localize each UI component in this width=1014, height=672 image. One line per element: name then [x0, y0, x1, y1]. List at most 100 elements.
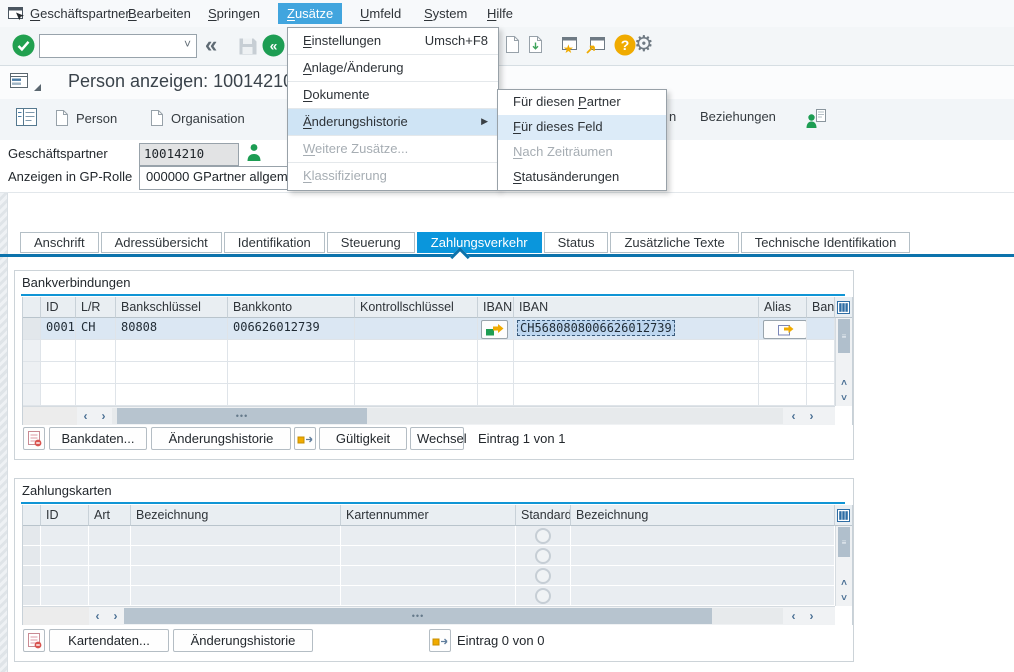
menu-item-aenderungshistorie[interactable]: Änderungshistorie▶	[288, 109, 498, 136]
locator-toggle-icon[interactable]	[16, 108, 38, 127]
column-header-alias[interactable]: Alias	[759, 297, 807, 318]
iban-display-button[interactable]	[481, 320, 508, 339]
card-sort-icon-button[interactable]	[429, 629, 451, 652]
menu-item-einstellungen[interactable]: EinstellungenUmsch+F8	[288, 28, 498, 55]
standard-radio[interactable]	[535, 568, 551, 584]
menubar-item-umfeld[interactable]: Umfeld	[351, 3, 410, 24]
standard-radio[interactable]	[535, 548, 551, 564]
menubar-item-hilfe[interactable]: Hilfe	[478, 3, 522, 24]
table-cell[interactable]	[514, 384, 759, 406]
vertical-scrollbar[interactable]: ≡˄˅	[835, 526, 852, 606]
bankdaten-button[interactable]: Bankdaten...	[49, 427, 147, 450]
column-header-bezeichnung[interactable]: Bezeichnung	[571, 505, 835, 526]
table-cell[interactable]	[478, 318, 514, 340]
table-row[interactable]	[23, 526, 852, 546]
enter-check-icon[interactable]	[12, 34, 35, 60]
print-page-icon[interactable]	[505, 35, 520, 57]
horizontal-scrollbar[interactable]: •••‹›‹›	[23, 606, 835, 625]
table-cell[interactable]	[41, 586, 89, 606]
table-cell[interactable]	[759, 340, 807, 362]
menubar-item-springen[interactable]: Springen	[199, 3, 269, 24]
table-cell[interactable]	[76, 384, 116, 406]
submenu-item-statusaenderungen[interactable]: Statusänderungen	[498, 165, 666, 190]
tab-adressuebersicht[interactable]: Adressübersicht	[101, 232, 222, 253]
column-header-standard[interactable]: Standard	[516, 505, 571, 526]
column-header-iban[interactable]: IBAN	[478, 297, 514, 318]
table-cell[interactable]	[759, 384, 807, 406]
table-cell[interactable]	[41, 546, 89, 566]
table-cell[interactable]	[516, 566, 571, 586]
table-cell[interactable]	[89, 566, 131, 586]
card-aenderungshistorie-button[interactable]: Änderungshistorie	[173, 629, 313, 652]
table-cell[interactable]	[355, 318, 478, 340]
column-header-bankschluessel[interactable]: Bankschlüssel	[116, 297, 228, 318]
table-cell[interactable]	[228, 362, 355, 384]
table-settings-button[interactable]	[835, 297, 852, 318]
table-cell[interactable]	[759, 318, 807, 340]
table-cell[interactable]	[228, 340, 355, 362]
table-cell[interactable]	[571, 546, 835, 566]
column-header-bezeichnung[interactable]: Bezeichnung	[131, 505, 341, 526]
column-header-id[interactable]: ID	[41, 297, 76, 318]
scroll-right-icon[interactable]: ›	[95, 407, 112, 425]
table-settings-button[interactable]	[835, 505, 852, 526]
table-cell[interactable]	[341, 566, 516, 586]
command-field-chevron-icon[interactable]: ˅	[184, 37, 191, 51]
command-field[interactable]: ˅	[39, 34, 197, 58]
table-cell[interactable]	[41, 566, 89, 586]
create-organisation-button[interactable]: Organisation	[150, 109, 245, 127]
iban-value-selected[interactable]: CH5680808006626012739	[517, 320, 675, 336]
submenu-item-fuer-dieses-feld[interactable]: Für dieses Feld	[498, 115, 666, 140]
table-cell[interactable]	[116, 362, 228, 384]
table-cell[interactable]	[228, 384, 355, 406]
table-cell[interactable]	[807, 384, 835, 406]
scroll-right-icon[interactable]: ›	[107, 607, 124, 625]
table-cell[interactable]: 80808	[116, 318, 228, 340]
scroll-right-icon[interactable]: ›	[803, 407, 820, 425]
column-header-kontrollschluessel[interactable]: Kontrollschlüssel	[355, 297, 478, 318]
scroll-right-icon[interactable]: ›	[803, 607, 820, 625]
scroll-left-icon[interactable]: ‹	[785, 407, 802, 425]
tab-anschrift[interactable]: Anschrift	[20, 232, 99, 253]
back-icon[interactable]: «	[205, 32, 217, 58]
menu-item-weitere-zusaetze[interactable]: Weitere Zusätze...	[288, 136, 498, 163]
menubar-item-bearbeiten[interactable]: Bearbeiten	[119, 3, 200, 24]
table-cell[interactable]	[76, 340, 116, 362]
column-header-selection[interactable]	[23, 297, 41, 318]
standard-radio[interactable]	[535, 588, 551, 604]
back-circle-icon[interactable]: «	[262, 34, 285, 60]
tab-zusaetzliche-texte[interactable]: Zusätzliche Texte	[610, 232, 738, 253]
alias-create-button[interactable]	[763, 320, 807, 339]
column-header-l-r[interactable]: L/R	[76, 297, 116, 318]
table-cell[interactable]	[355, 362, 478, 384]
table-cell[interactable]	[355, 384, 478, 406]
table-cell[interactable]	[89, 526, 131, 546]
partial-button-label[interactable]: n	[669, 109, 676, 124]
table-row[interactable]: 0001CH80808006626012739CH568080800662601…	[23, 318, 852, 340]
beziehungen-button[interactable]: Beziehungen	[700, 109, 776, 124]
table-row[interactable]	[23, 586, 852, 606]
column-header-art[interactable]: Art	[89, 505, 131, 526]
table-cell[interactable]	[341, 586, 516, 606]
hscroll-thumb[interactable]: •••	[124, 608, 712, 624]
gueltigkeit-button[interactable]: Gültigkeit	[319, 427, 407, 450]
menu-item-klassifizierung[interactable]: Klassifizierung	[288, 163, 498, 190]
scroll-left-icon[interactable]: ‹	[89, 607, 106, 625]
table-cell[interactable]	[807, 362, 835, 384]
column-header-selection[interactable]	[23, 505, 41, 526]
bank-sort-icon-button[interactable]	[294, 427, 316, 450]
table-cell[interactable]	[116, 384, 228, 406]
table-cell[interactable]	[478, 362, 514, 384]
table-cell[interactable]	[514, 340, 759, 362]
submenu-item-nach-zeitraeumen[interactable]: Nach Zeiträumen	[498, 140, 666, 165]
menu-item-dokumente[interactable]: Dokumente	[288, 82, 498, 109]
download-page-icon[interactable]	[528, 35, 543, 57]
table-cell[interactable]	[807, 340, 835, 362]
table-cell[interactable]: CH	[76, 318, 116, 340]
delete-card-row-button[interactable]	[23, 629, 45, 652]
table-cell[interactable]	[514, 362, 759, 384]
wechsel-button[interactable]: Wechsel	[410, 427, 464, 450]
table-cell[interactable]	[76, 362, 116, 384]
table-cell[interactable]	[571, 586, 835, 606]
scroll-down-icon[interactable]: ˅	[836, 591, 852, 606]
